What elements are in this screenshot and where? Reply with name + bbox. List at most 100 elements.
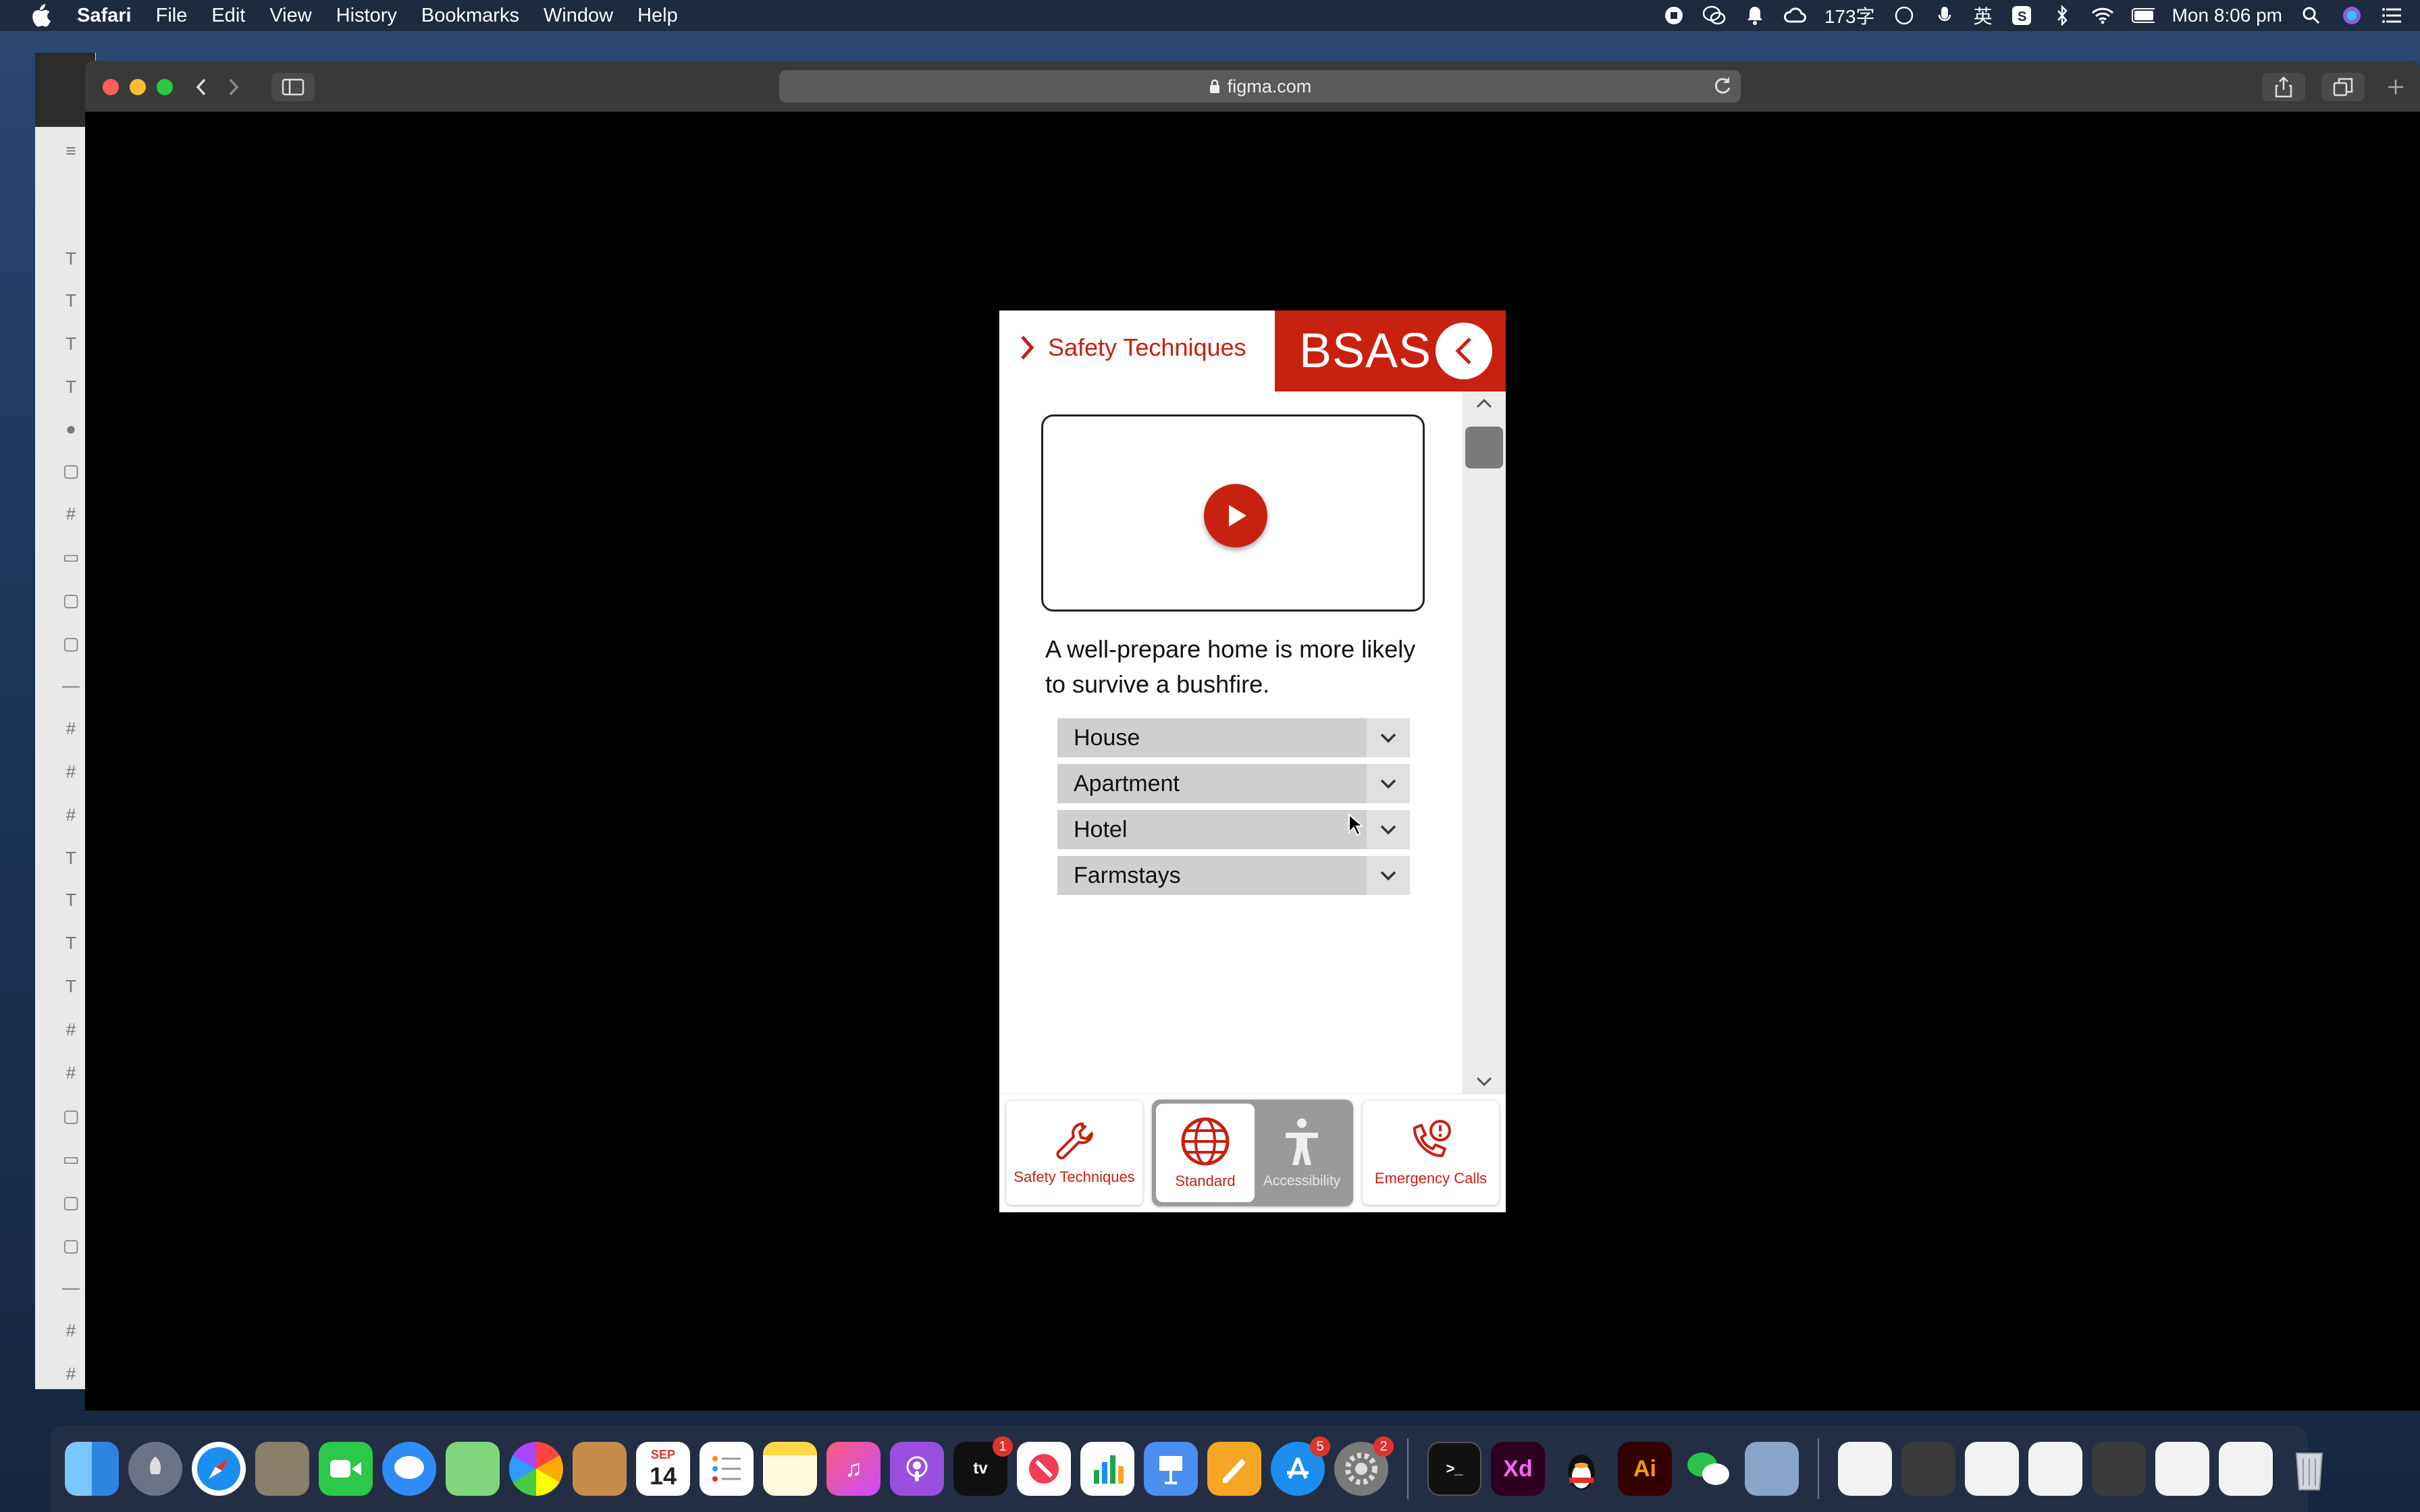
- maps-icon[interactable]: [446, 1442, 500, 1496]
- frame-layer-icon[interactable]: #: [61, 1364, 81, 1384]
- finder-icon[interactable]: [65, 1442, 119, 1496]
- line-layer-icon[interactable]: —: [61, 675, 81, 696]
- new-tab-icon[interactable]: [2382, 73, 2409, 101]
- bluetooth-icon[interactable]: [2051, 4, 2074, 27]
- facetime-icon[interactable]: [319, 1442, 373, 1496]
- spotlight-search-icon[interactable]: [2300, 4, 2323, 27]
- creative-cloud-icon[interactable]: [1783, 4, 1807, 27]
- rectangle-layer-icon[interactable]: ▭: [61, 1149, 81, 1170]
- pages-icon[interactable]: [1207, 1442, 1261, 1496]
- share-icon[interactable]: [2262, 73, 2305, 101]
- rectangle-layer-icon[interactable]: ▢: [61, 460, 81, 481]
- frame-layer-icon[interactable]: #: [61, 1320, 81, 1341]
- menu-edit[interactable]: Edit: [211, 5, 245, 27]
- sidebar-toggle-icon[interactable]: [271, 73, 315, 101]
- adobe-illustrator-icon[interactable]: Ai: [1618, 1442, 1672, 1496]
- video-player[interactable]: [1041, 414, 1425, 612]
- menu-bookmarks[interactable]: Bookmarks: [421, 5, 519, 27]
- messages-icon[interactable]: [382, 1442, 436, 1496]
- tab-safety-techniques[interactable]: Safety Techniques: [1006, 1101, 1142, 1205]
- apple-logo-icon[interactable]: [27, 2, 54, 29]
- frame-layer-icon[interactable]: #: [61, 761, 81, 782]
- podcasts-icon[interactable]: [890, 1442, 944, 1496]
- terminal-icon[interactable]: >_: [1427, 1442, 1481, 1496]
- reload-icon[interactable]: [1711, 74, 1734, 102]
- siri-icon[interactable]: [2340, 4, 2363, 27]
- photos-icon[interactable]: [509, 1442, 563, 1496]
- text-layer-icon[interactable]: T: [61, 933, 81, 954]
- control-center-icon[interactable]: [2381, 4, 2404, 27]
- menu-history[interactable]: History: [336, 5, 397, 27]
- line-layer-icon[interactable]: —: [61, 1277, 81, 1298]
- emoji-icon[interactable]: [1893, 4, 1916, 27]
- frame-layer-icon[interactable]: #: [61, 805, 81, 826]
- window-zoom-button[interactable]: [157, 79, 173, 95]
- mail-eagle-icon[interactable]: [255, 1442, 309, 1496]
- word-count-text[interactable]: 173字: [1824, 2, 1875, 29]
- rectangle-layer-icon[interactable]: ▢: [61, 633, 81, 654]
- menu-file[interactable]: File: [156, 5, 188, 27]
- window-minimize-button[interactable]: [130, 79, 146, 95]
- url-bar[interactable]: figma.com: [779, 70, 1741, 103]
- hamburger-menu-icon[interactable]: ≡: [61, 140, 81, 161]
- rectangle-layer-icon[interactable]: ▢: [61, 1192, 81, 1213]
- window-close-button[interactable]: [103, 79, 119, 95]
- chevron-down-icon[interactable]: [1367, 810, 1410, 849]
- launchpad-rocket-icon[interactable]: [128, 1442, 182, 1496]
- adobe-xd-icon[interactable]: Xd: [1491, 1442, 1545, 1496]
- rectangle-layer-icon[interactable]: ▢: [61, 590, 81, 611]
- music-note-icon[interactable]: ♫: [826, 1442, 880, 1496]
- mode-accessibility-button[interactable]: Accessibility: [1255, 1104, 1349, 1202]
- qq-penguin-icon[interactable]: [1554, 1442, 1608, 1496]
- mode-standard-button[interactable]: Standard: [1156, 1104, 1255, 1202]
- scroll-down-arrow-icon[interactable]: [1463, 1069, 1506, 1094]
- document-thumbnail[interactable]: [2155, 1442, 2209, 1496]
- rectangle-layer-icon[interactable]: ▢: [61, 1106, 81, 1127]
- back-arrow-icon[interactable]: [188, 73, 215, 101]
- tab-emergency-calls[interactable]: Emergency Calls: [1363, 1101, 1499, 1205]
- frame-layer-icon[interactable]: #: [61, 1019, 81, 1040]
- reminders-icon[interactable]: [700, 1442, 754, 1496]
- accordion-item-apartment[interactable]: Apartment: [1057, 764, 1410, 803]
- wechat-dock-icon[interactable]: [1681, 1442, 1735, 1496]
- notes-icon[interactable]: [763, 1442, 817, 1496]
- calendar-icon[interactable]: SEP 14: [636, 1442, 690, 1496]
- text-layer-icon[interactable]: T: [61, 248, 81, 269]
- document-thumbnail[interactable]: [1838, 1442, 1892, 1496]
- content-scrollbar[interactable]: [1463, 392, 1506, 1094]
- microphone-icon[interactable]: [1933, 4, 1956, 27]
- contacts-icon[interactable]: [573, 1442, 627, 1496]
- ellipse-layer-icon[interactable]: ●: [61, 418, 81, 439]
- text-layer-icon[interactable]: T: [61, 333, 81, 354]
- document-thumbnail[interactable]: [2219, 1442, 2273, 1496]
- screen-record-icon[interactable]: [1662, 4, 1685, 27]
- s-app-icon[interactable]: S: [2010, 4, 2033, 27]
- preview-icon[interactable]: [1745, 1442, 1799, 1496]
- app-store-icon[interactable]: 5: [1271, 1436, 1330, 1496]
- wifi-icon[interactable]: [2091, 4, 2114, 27]
- frame-layer-icon[interactable]: #: [61, 504, 81, 524]
- breadcrumb[interactable]: Safety Techniques: [1020, 333, 1246, 362]
- numbers-chart-icon[interactable]: [1080, 1442, 1134, 1496]
- input-method-text[interactable]: 英: [1974, 2, 1993, 29]
- text-layer-icon[interactable]: T: [61, 848, 81, 869]
- document-thumbnail[interactable]: [2028, 1442, 2082, 1496]
- apple-tv-icon[interactable]: tv 1: [953, 1436, 1013, 1496]
- accordion-item-house[interactable]: House: [1057, 718, 1410, 757]
- tab-overview-icon[interactable]: [2321, 73, 2365, 101]
- trash-icon[interactable]: [2282, 1442, 2336, 1496]
- wechat-icon[interactable]: [1702, 4, 1726, 27]
- text-layer-icon[interactable]: T: [61, 976, 81, 997]
- play-button[interactable]: [1204, 484, 1267, 547]
- back-button[interactable]: [1436, 323, 1492, 379]
- chevron-down-icon[interactable]: [1367, 764, 1410, 803]
- clock-text[interactable]: Mon 8:06 pm: [2172, 5, 2282, 26]
- frame-layer-icon[interactable]: #: [61, 1062, 81, 1083]
- forward-arrow-icon[interactable]: [220, 73, 247, 101]
- scrollbar-thumb[interactable]: [1465, 427, 1503, 468]
- chevron-down-icon[interactable]: [1367, 718, 1410, 757]
- rectangle-layer-icon[interactable]: ▭: [61, 547, 81, 568]
- menu-help[interactable]: Help: [637, 5, 678, 27]
- system-preferences-gear-icon[interactable]: 2: [1334, 1436, 1394, 1496]
- rectangle-layer-icon[interactable]: ▢: [61, 1235, 81, 1256]
